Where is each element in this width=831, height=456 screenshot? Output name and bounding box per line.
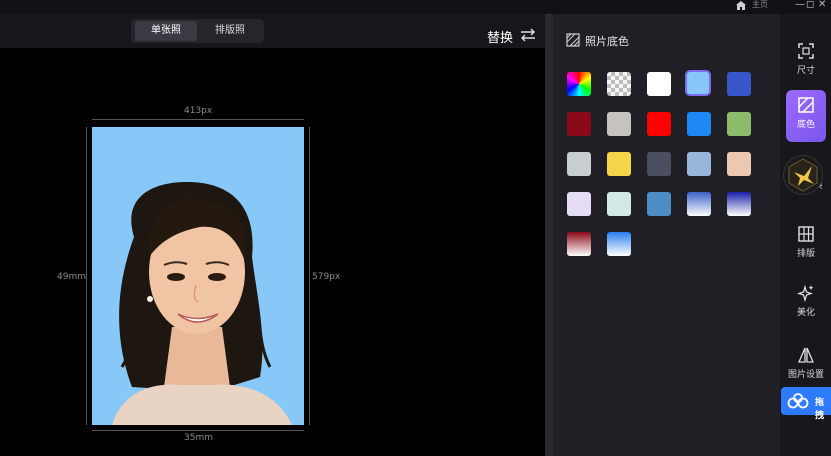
rail-label-image-settings: 图片设置 [787,370,824,380]
portrait-image [112,182,292,425]
panel-separator [545,14,553,456]
sparkle-icon [797,284,814,302]
bottom-guide [92,430,304,431]
swatch-light-gray[interactable] [607,112,631,136]
panel-header: 照片底色 [566,33,629,49]
replace-button[interactable]: 替换 [487,27,513,46]
swatch-blue-white-gradient[interactable] [687,192,711,216]
rail-item-background[interactable]: 底色 [786,90,826,142]
height-mm-label: 49mm [57,272,86,282]
swatch-mint[interactable] [607,192,631,216]
mirror-icon [798,347,814,363]
swatch-navy-white-gradient[interactable] [727,192,751,216]
maximize-button[interactable]: ◻ [806,0,814,10]
swatch-beige[interactable] [727,152,751,176]
swatch-green[interactable] [727,112,751,136]
cloud-label: 拖拽 [815,398,825,421]
home-icon[interactable] [735,0,747,10]
swatch-red-white-gradient[interactable] [567,232,591,256]
swatch-medium-blue[interactable] [647,192,671,216]
width-mm-label: 35mm [184,433,213,443]
id-photo[interactable] [92,127,304,425]
rail-label-background: 底色 [796,120,815,130]
swatch-dark-red[interactable] [567,112,591,136]
width-guide [92,119,304,120]
rail-item-size[interactable]: 尺寸 [786,36,826,86]
swatch-white[interactable] [647,72,671,96]
promo-badge[interactable] [783,155,823,195]
rail-item-image-settings[interactable]: 图片设置 [786,340,826,390]
home-label[interactable]: 主页 [752,0,768,10]
right-guide [309,127,310,425]
background-icon [566,33,580,47]
width-px-label: 413px [184,106,213,116]
swatch-royal-blue[interactable] [727,72,751,96]
swatch-red[interactable] [647,112,671,136]
rail-label-size: 尺寸 [796,66,815,76]
tab-layout-photo[interactable]: 排版照 [199,21,261,41]
minimize-button[interactable]: — [795,0,805,10]
swap-icon[interactable] [520,28,536,42]
swatch-slate[interactable] [647,152,671,176]
swatch-yellow[interactable] [607,152,631,176]
cloud-drag-button[interactable]: 拖拽 [781,387,831,421]
swatch-light-blue[interactable] [687,72,709,94]
background-color-icon [798,97,814,113]
swatch-silver[interactable] [567,152,591,176]
swatch-blue[interactable] [687,112,711,136]
rail-item-beautify[interactable]: 美化 [786,278,826,328]
swatch-lavender[interactable] [567,192,591,216]
rail-label-layout: 排版 [796,249,815,259]
background-color-panel: 照片底色 [553,14,780,456]
editor-toolbar: 单张照 排版照 替换 [0,14,545,48]
swatch-rainbow[interactable] [567,72,591,96]
grid-icon [798,226,814,242]
left-guide [86,127,87,425]
title-bar: 主页 — ◻ ✕ [0,0,831,14]
rail-label-beautify: 美化 [796,308,815,318]
mode-segmented-control: 单张照 排版照 [131,19,264,43]
swatch-skyblue-white-gradient[interactable] [607,232,631,256]
size-icon [798,43,814,59]
height-px-label: 579px [312,272,341,282]
swatch-transparent[interactable] [607,72,631,96]
panel-title: 照片底色 [585,35,629,48]
tab-single-photo[interactable]: 单张照 [135,21,197,41]
close-button[interactable]: ✕ [818,0,826,10]
bird-icon [788,158,818,192]
cloud-icon [787,393,809,409]
swatch-steel-blue[interactable] [687,152,711,176]
rail-item-layout[interactable]: 排版 [786,219,826,269]
